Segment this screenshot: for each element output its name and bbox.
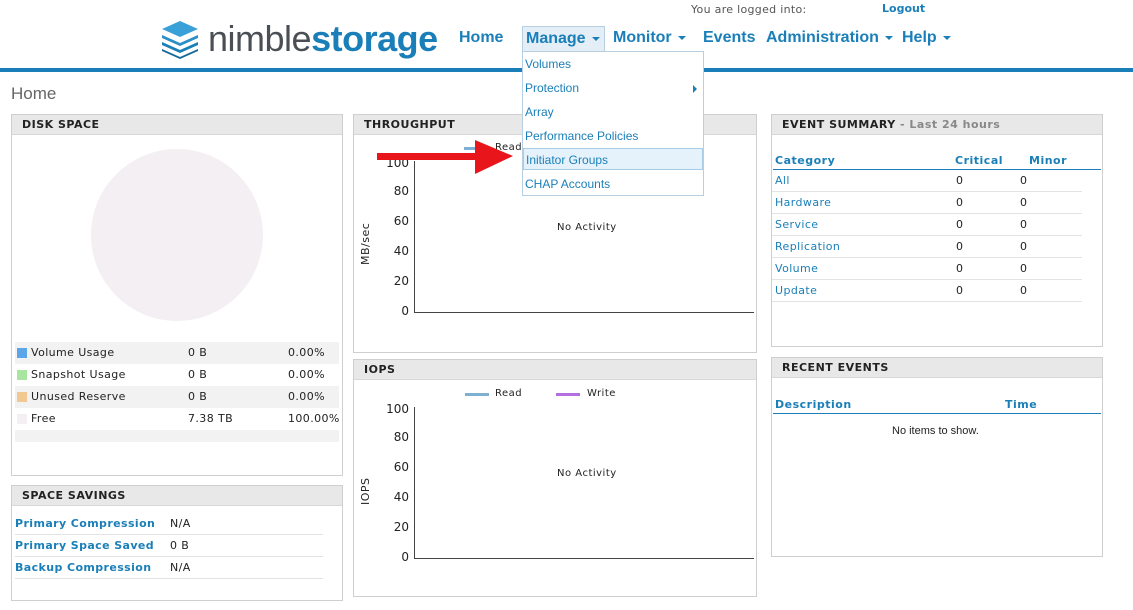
tick-label: 60 <box>393 460 409 474</box>
logged-in-text: You are logged into: <box>691 3 807 16</box>
event-row-volume: Volume 0 0 <box>772 258 1082 280</box>
disk-row-snapshot-usage: Snapshot Usage 0 B 0.00% <box>15 364 339 386</box>
panel-title: SPACE SAVINGS <box>12 486 342 506</box>
tick-label: 80 <box>393 184 409 198</box>
header-rule <box>773 413 1101 414</box>
legend-write-label: Write <box>587 388 616 399</box>
page-title: Home <box>11 84 57 103</box>
column-header-minor[interactable]: Minor <box>1029 154 1067 167</box>
red-arrow-annotation <box>377 140 513 174</box>
empty-state-text: No items to show. <box>892 425 979 437</box>
legend-swatch <box>17 392 27 402</box>
legend-swatch <box>17 370 27 380</box>
nimblestorage-logo[interactable]: nimblestorage <box>158 18 438 60</box>
panel-title: DISK SPACE <box>12 115 342 135</box>
event-row-all: All 0 0 <box>772 170 1082 192</box>
y-axis-line <box>414 407 415 559</box>
app-root: You are logged into: Logout nimblestorag… <box>0 0 1133 610</box>
column-header-category[interactable]: Category <box>775 154 835 167</box>
savings-row-primary-compression: Primary Compression N/A <box>15 513 323 535</box>
x-axis-line <box>414 312 754 313</box>
menu-item-protection[interactable]: Protection <box>523 77 703 99</box>
nav-help[interactable]: Help <box>902 29 951 47</box>
savings-row-primary-space-saved: Primary Space Saved 0 B <box>15 535 323 557</box>
disk-space-pie-chart <box>91 149 263 321</box>
chevron-down-icon <box>591 36 600 41</box>
legend-read-line <box>465 393 489 396</box>
menu-item-chap-accounts[interactable]: CHAP Accounts <box>523 173 703 195</box>
menu-item-initiator-groups[interactable]: Initiator Groups <box>523 148 703 170</box>
nav-events[interactable]: Events <box>703 29 755 47</box>
event-summary-panel: EVENT SUMMARY - Last 24 hours Category C… <box>771 114 1103 347</box>
chevron-down-icon <box>677 35 686 40</box>
chevron-right-icon <box>693 85 697 93</box>
legend-swatch <box>17 414 27 424</box>
x-axis-line <box>414 558 754 559</box>
nav-home[interactable]: Home <box>459 29 503 47</box>
recent-events-panel: RECENT EVENTS Description Time No items … <box>771 357 1103 557</box>
panel-title: RECENT EVENTS <box>772 358 1102 378</box>
chevron-down-icon <box>884 35 893 40</box>
tick-label: 20 <box>393 520 409 534</box>
menu-item-volumes[interactable]: Volumes <box>523 53 703 75</box>
y-axis-line <box>414 161 415 313</box>
tick-label: 40 <box>393 244 409 258</box>
disk-row-unused-reserve: Unused Reserve 0 B 0.00% <box>15 386 339 408</box>
nav-administration[interactable]: Administration <box>766 29 893 47</box>
event-row-hardware: Hardware 0 0 <box>772 192 1082 214</box>
tick-label: 80 <box>393 430 409 444</box>
column-header-critical[interactable]: Critical <box>955 154 1003 167</box>
legend-write-line <box>556 393 580 396</box>
stacked-layers-icon <box>162 21 198 59</box>
logout-link[interactable]: Logout <box>882 2 925 15</box>
tick-label: 20 <box>393 274 409 288</box>
event-row-replication: Replication 0 0 <box>772 236 1082 258</box>
chevron-down-icon <box>942 35 951 40</box>
logo-wordmark: nimblestorage <box>208 18 438 59</box>
event-row-update: Update 0 0 <box>772 280 1082 302</box>
iops-panel: IOPS Read Write IOPS 100 80 60 40 20 0 N… <box>353 359 757 597</box>
tick-label: 60 <box>393 214 409 228</box>
no-activity-label: No Activity <box>557 222 617 233</box>
panel-title: IOPS <box>354 360 756 380</box>
column-header-description[interactable]: Description <box>775 398 852 411</box>
disk-row-free: Free 7.38 TB 100.00% <box>15 408 339 430</box>
panel-title: EVENT SUMMARY - Last 24 hours <box>772 115 1102 135</box>
nav-monitor[interactable]: Monitor <box>613 29 686 47</box>
savings-row-backup-compression: Backup Compression N/A <box>15 557 323 579</box>
event-row-service: Service 0 0 <box>772 214 1082 236</box>
menu-item-array[interactable]: Array <box>523 101 703 123</box>
nav-manage[interactable]: Manage <box>522 26 605 52</box>
menu-item-performance-policies[interactable]: Performance Policies <box>523 125 703 147</box>
legend-swatch <box>17 348 27 358</box>
manage-dropdown-menu: Volumes Protection Array Performance Pol… <box>522 51 704 196</box>
space-savings-panel: SPACE SAVINGS Primary Compression N/A Pr… <box>11 485 343 601</box>
disk-row-spacer <box>15 430 339 442</box>
legend-read-label: Read <box>495 388 523 399</box>
column-header-time[interactable]: Time <box>1005 398 1037 411</box>
tick-label: 0 <box>401 550 409 564</box>
disk-space-panel: DISK SPACE Volume Usage 0 B 0.00% Snapsh… <box>11 114 343 476</box>
no-activity-label: No Activity <box>557 468 617 479</box>
disk-row-volume-usage: Volume Usage 0 B 0.00% <box>15 342 339 364</box>
tick-label: 0 <box>401 304 409 318</box>
tick-label: 100 <box>386 402 409 416</box>
tick-label: 40 <box>393 490 409 504</box>
